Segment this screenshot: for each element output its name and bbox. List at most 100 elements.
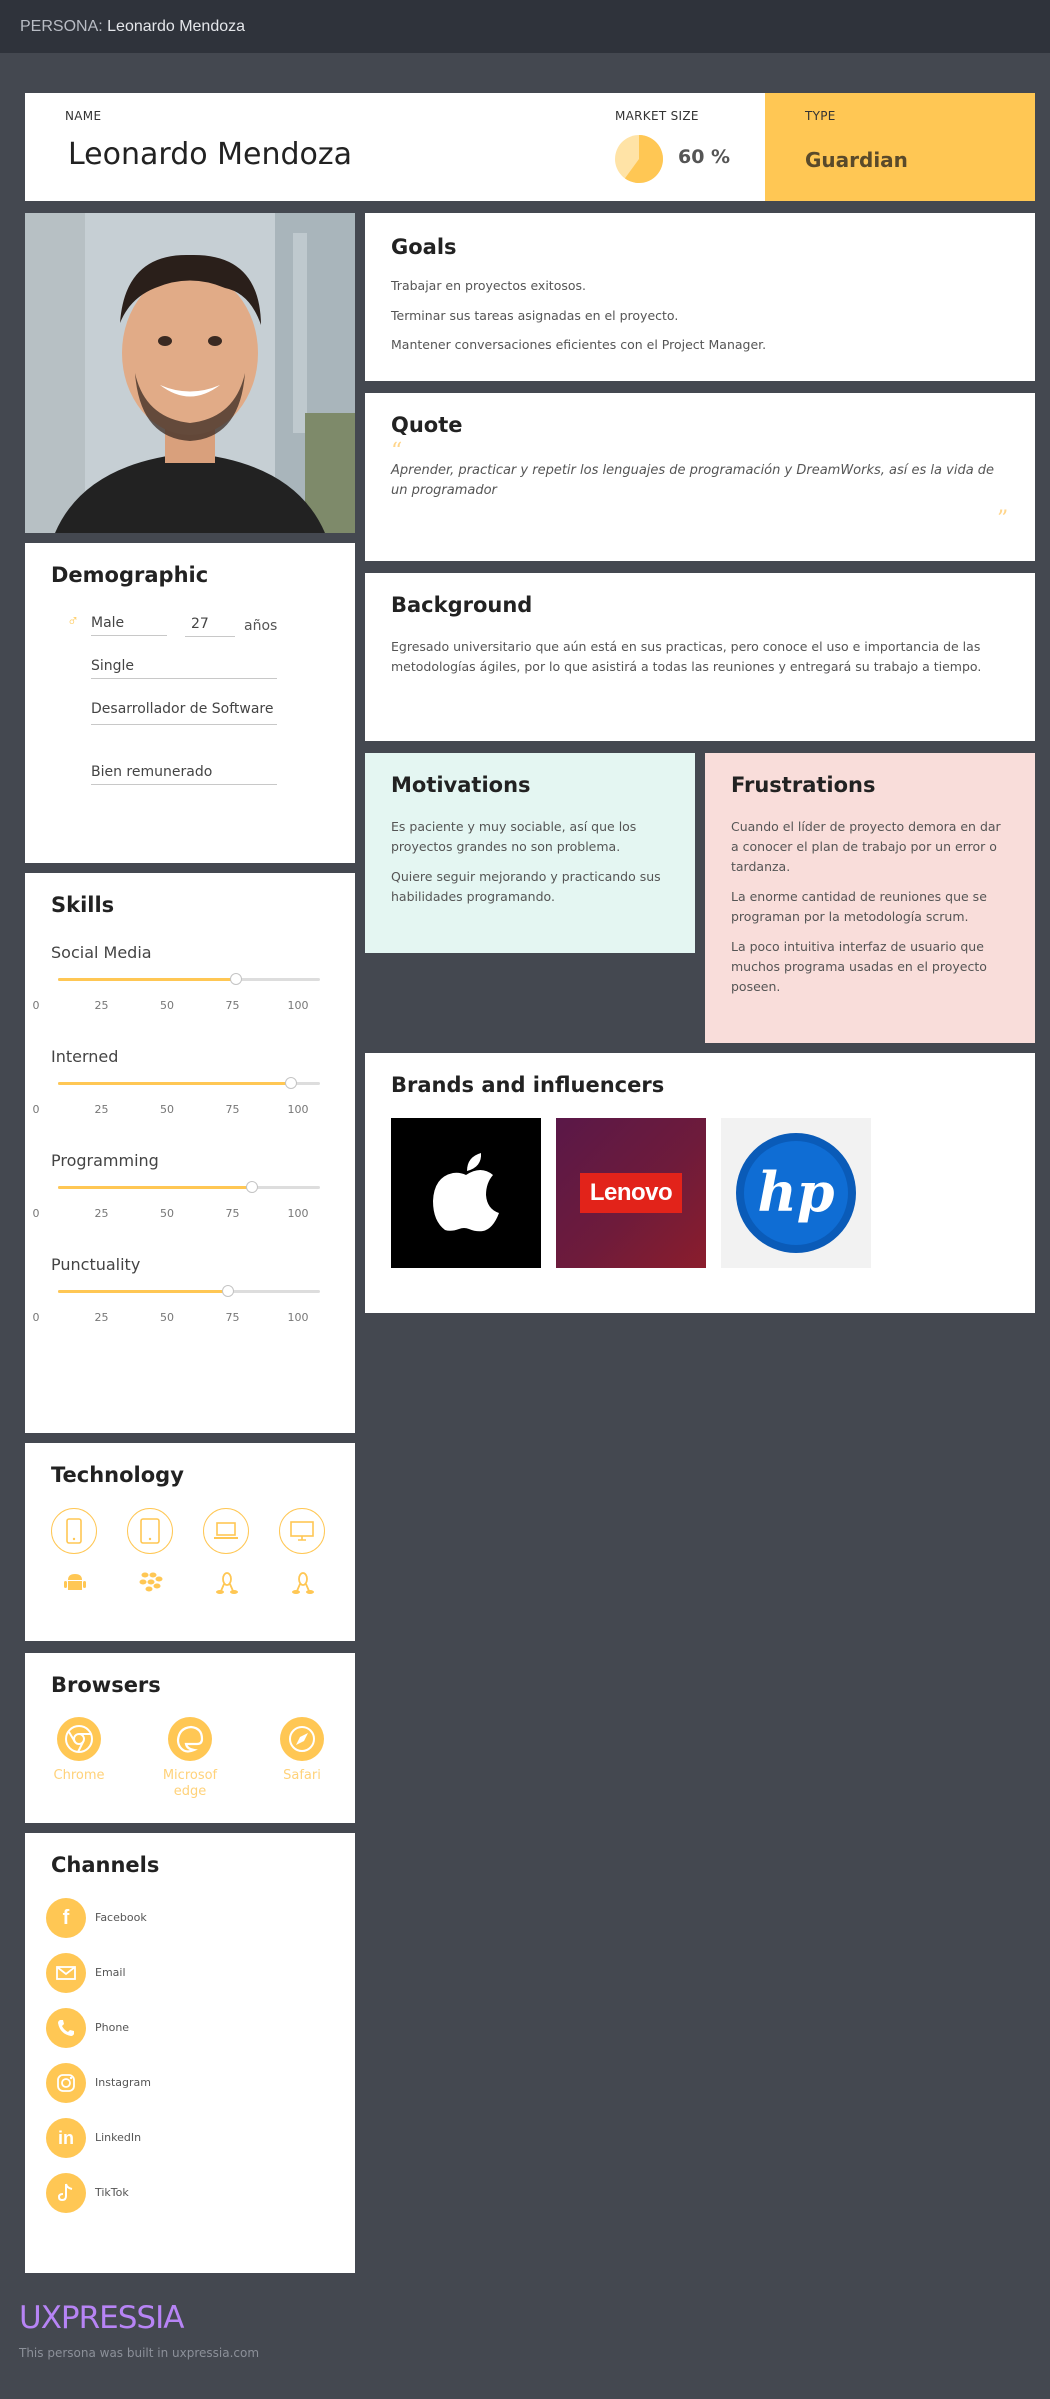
skill-tick-label: 50 <box>160 999 174 1012</box>
skill-label: Social Media <box>51 943 152 962</box>
skill-tick-label: 0 <box>32 999 40 1012</box>
skill-slider-fill <box>58 1290 229 1293</box>
goals-card: Goals Trabajar en proyectos exitosos. Te… <box>365 213 1035 381</box>
type-label: TYPE <box>805 109 836 123</box>
skill-tick-label: 25 <box>94 1103 109 1116</box>
persona-type[interactable]: Guardian <box>805 148 908 172</box>
skill-tick-label: 75 <box>225 999 240 1012</box>
uxpressia-logo[interactable]: UXPRESSIA <box>19 2300 184 2336</box>
browser-label-chrome: Chrome <box>53 1768 105 1783</box>
skill-tick-label: 0 <box>32 1103 40 1116</box>
linux-icon <box>215 1571 239 1600</box>
edge-icon <box>168 1717 212 1761</box>
channel-label-instagram: Instagram <box>95 2076 151 2089</box>
skill-tick-label: 100 <box>287 1103 309 1116</box>
browser-label-safari: Safari <box>283 1768 321 1783</box>
blackberry-icon <box>139 1571 163 1598</box>
occupation-field[interactable]: Desarrollador de Software <box>91 699 277 725</box>
instagram-icon <box>46 2063 86 2103</box>
quote-title: Quote <box>391 413 463 437</box>
android-icon <box>64 1571 86 1598</box>
apple-logo[interactable] <box>391 1118 541 1268</box>
skill-tick-label: 75 <box>225 1207 240 1220</box>
market-size-pie <box>615 135 663 183</box>
skill-slider-handle[interactable] <box>222 1285 235 1297</box>
skills-title: Skills <box>51 893 115 917</box>
quote-card: Quote “ Aprender, practicar y repetir lo… <box>365 393 1035 561</box>
name-label: NAME <box>65 109 102 123</box>
footer-note[interactable]: This persona was built in uxpressia.com <box>19 2346 259 2360</box>
phone-icon <box>46 2008 86 2048</box>
lenovo-logo[interactable]: Lenovo <box>556 1118 706 1268</box>
technology-card: Technology <box>25 1443 355 1641</box>
background-card: Background Egresado universitario que aú… <box>365 573 1035 741</box>
skills-card: Skills Social Media 0 25 50 75 100 Interned 0 25… <box>25 873 355 1433</box>
brands-card: Brands and influencers Lenovo hp <box>365 1053 1035 1313</box>
persona-photo <box>25 213 355 533</box>
frustration-item: La poco intuitiva interfaz de usuario qu… <box>731 939 987 994</box>
tiktok-icon <box>46 2173 86 2213</box>
topbar-persona-name: Leonardo Mendoza <box>107 18 246 35</box>
skill-slider-handle[interactable] <box>285 1077 298 1089</box>
skill-tick-label: 25 <box>94 1207 109 1220</box>
skill-label: Interned <box>51 1047 119 1066</box>
email-icon <box>46 1953 86 1993</box>
age-unit: años <box>244 618 278 634</box>
skill-slider-fill <box>58 1186 252 1189</box>
channel-label-email: Email <box>95 1966 126 1979</box>
skill-tick-label: 25 <box>94 999 109 1012</box>
channel-label-phone: Phone <box>95 2021 130 2034</box>
income-field[interactable]: Bien remunerado <box>91 764 277 785</box>
male-icon: ♂ <box>67 613 79 630</box>
technology-title: Technology <box>51 1463 184 1487</box>
hp-logo[interactable]: hp <box>721 1118 871 1268</box>
apple-icon <box>433 1153 499 1232</box>
linkedin-icon: in <box>46 2118 86 2158</box>
channels-card: Channels f Facebook Email Phone Instagra… <box>25 1833 355 2273</box>
skill-slider-fill <box>58 978 237 981</box>
skill-slider-handle[interactable] <box>245 1181 258 1193</box>
browser-label-edge: Microsof edge <box>162 1768 218 1799</box>
motivations-title: Motivations <box>391 773 531 797</box>
skill-slider-fill <box>58 1082 292 1085</box>
skill-label: Punctuality <box>51 1255 141 1274</box>
skill-label: Programming <box>51 1151 159 1170</box>
browsers-title: Browsers <box>51 1673 161 1697</box>
motivation-item: Quiere seguir mejorando y practicando su… <box>391 869 661 904</box>
background-text: Egresado universitario que aún está en s… <box>391 639 982 674</box>
facebook-icon: f <box>46 1898 86 1938</box>
status-field[interactable]: Single <box>91 658 277 679</box>
motivations-card: Motivations Es paciente y muy sociable, … <box>365 753 695 953</box>
demographic-card: Demographic ♂ Male 27 años Single Desarr… <box>25 543 355 863</box>
persona-name[interactable]: Leonardo Mendoza <box>68 137 352 172</box>
channel-label-facebook: Facebook <box>95 1911 147 1924</box>
skill-tick-label: 50 <box>160 1311 174 1324</box>
goal-item: Trabajar en proyectos exitosos. <box>391 278 587 293</box>
desktop-icon <box>279 1508 325 1554</box>
frustrations-title: Frustrations <box>731 773 876 797</box>
topbar-prefix: PERSONA: <box>20 18 103 35</box>
frustration-item: Cuando el líder de proyecto demora en da… <box>731 819 1001 874</box>
demographic-title: Demographic <box>51 563 209 587</box>
skill-tick-label: 0 <box>32 1207 40 1220</box>
gender-field[interactable]: Male <box>91 615 167 636</box>
age-field[interactable]: 27 <box>185 616 235 637</box>
header-card: NAME Leonardo Mendoza MARKET SIZE 60 % <box>25 93 765 201</box>
skill-tick-label: 75 <box>225 1311 240 1324</box>
background-title: Background <box>391 593 533 617</box>
goal-item: Terminar sus tareas asignadas en el proy… <box>391 308 679 323</box>
skill-tick-label: 100 <box>287 1311 309 1324</box>
goals-title: Goals <box>391 235 457 259</box>
tablet-icon <box>127 1508 173 1554</box>
skill-tick-label: 100 <box>287 1207 309 1220</box>
channel-label-linkedin: LinkedIn <box>95 2131 142 2144</box>
browsers-card: Browsers Chrome Microsof edge Safari <box>25 1653 355 1823</box>
skill-tick-label: 0 <box>32 1311 40 1324</box>
svg-text:hp: hp <box>757 1160 834 1224</box>
skill-tick-label: 75 <box>225 1103 240 1116</box>
skill-tick-label: 50 <box>160 1103 174 1116</box>
close-quote-icon: ” <box>997 507 1009 532</box>
skill-slider-handle[interactable] <box>230 973 243 985</box>
laptop-icon <box>203 1508 249 1554</box>
market-size-label: MARKET SIZE <box>615 109 699 123</box>
